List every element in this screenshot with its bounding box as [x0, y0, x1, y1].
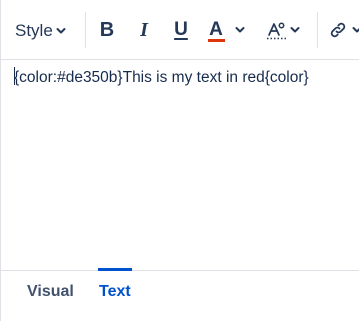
- text-color-icon: A: [205, 14, 227, 46]
- italic-button[interactable]: I: [132, 14, 156, 46]
- chevron-down-icon: [290, 27, 300, 33]
- tab-text[interactable]: Text: [99, 283, 131, 301]
- bold-button[interactable]: B: [95, 14, 119, 46]
- editor-content: {color:#de350b}This is my text in red{co…: [14, 69, 309, 86]
- editor-mode-tabs: Visual Text: [1, 268, 359, 321]
- tab-visual[interactable]: Visual: [27, 283, 74, 301]
- style-dropdown-button[interactable]: Style: [15, 15, 75, 47]
- more-formatting-icon: [267, 22, 287, 40]
- chevron-down-icon: [56, 28, 66, 34]
- style-label: Style: [15, 21, 53, 40]
- chevron-down-icon: [235, 27, 245, 33]
- rich-text-editor: Style B I U A {color:#de350b}This is my …: [0, 0, 359, 321]
- editor-toolbar: Style B I U A: [1, 0, 359, 60]
- editor-text-area[interactable]: {color:#de350b}This is my text in red{co…: [14, 66, 359, 90]
- chevron-down-icon: [352, 27, 359, 33]
- link-icon: [330, 22, 346, 38]
- text-color-swatch: [208, 39, 225, 42]
- active-tab-indicator: [98, 268, 132, 271]
- italic-icon: I: [140, 18, 148, 41]
- link-button[interactable]: [328, 14, 359, 46]
- more-formatting-button[interactable]: [266, 14, 306, 46]
- underline-icon: U: [174, 19, 188, 40]
- text-color-button[interactable]: A: [205, 14, 253, 46]
- underline-button[interactable]: U: [169, 14, 193, 46]
- toolbar-divider: [85, 12, 86, 48]
- bold-icon: B: [99, 18, 115, 41]
- text-color-letter: A: [209, 19, 223, 40]
- toolbar-divider: [317, 12, 318, 48]
